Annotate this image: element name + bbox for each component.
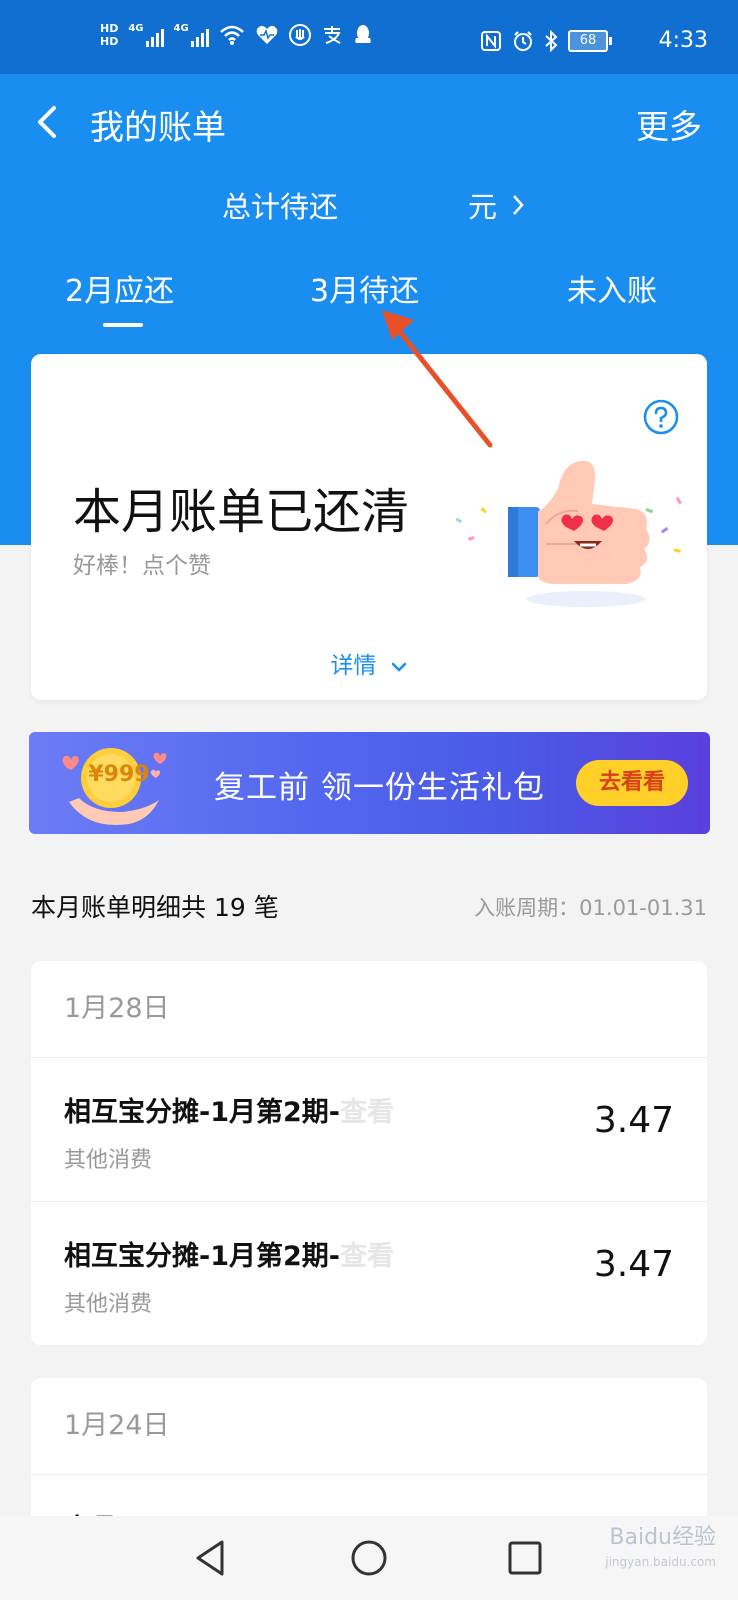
back-nav-icon[interactable] (190, 1536, 234, 1580)
transaction-amount: 3.47 (593, 1244, 674, 1285)
total-due-unit: 元 (468, 190, 498, 224)
watermark-url: jingyan.baidu.com (605, 1555, 716, 1569)
home-nav-icon[interactable] (347, 1536, 391, 1580)
tab-unbilled[interactable]: 未入账 (567, 266, 657, 310)
signal-icon: 4G (128, 23, 164, 47)
alipay-icon (323, 26, 341, 44)
transaction-category: 其他消费 (64, 1292, 153, 1317)
banner-button[interactable]: 去看看 (576, 760, 688, 806)
hd-indicator: HD HD (100, 22, 118, 48)
transaction-title: 相互宝分摊-1月第2期-查看 (64, 1090, 394, 1129)
bill-count: 本月账单明细共 19 笔 (31, 893, 279, 922)
transaction-row[interactable]: 相互宝分摊-1月第2期-查看 其他消费 3.47 (31, 1202, 707, 1345)
transaction-title-faded: 查看 (340, 1241, 394, 1272)
hd-label: HD (100, 35, 119, 48)
system-nav-bar: Baidu经验 jingyan.baidu.com (0, 1516, 738, 1600)
more-button[interactable]: 更多 (636, 100, 702, 148)
status-bar: HD HD 4G 4G 68 4:33 (0, 0, 738, 74)
total-due-label: 总计待还 (222, 190, 339, 224)
total-due-row[interactable]: 总计待还 元 (0, 184, 738, 234)
list-header: 本月账单明细共 19 笔 入账周期：01.01-01.31 (31, 888, 707, 928)
transaction-amount: 3.47 (593, 1100, 674, 1141)
transaction-row[interactable]: 相互宝分摊-1月第2期-查看 其他消费 3.47 (31, 1058, 707, 1202)
battery-level: 68 (568, 30, 608, 52)
baidu-watermark: Baidu经验 jingyan.baidu.com (605, 1526, 716, 1574)
signal-icon: 4G (174, 23, 209, 47)
hd-label: HD (100, 22, 119, 35)
bill-tabs: 2月应还 3月待还 未入账 (0, 266, 738, 336)
billing-period: 入账周期：01.01-01.31 (474, 896, 707, 920)
page-title: 我的账单 (90, 108, 226, 148)
transaction-title-text: 相互宝分摊-1月第2期- (64, 1097, 340, 1128)
banner-text: 复工前 领一份生活礼包 (214, 770, 545, 806)
bill-status-subtitle: 好棒！点个赞 (73, 553, 211, 579)
nfc-icon (481, 31, 501, 51)
transaction-group: 1月28日 相互宝分摊-1月第2期-查看 其他消费 3.47 相互宝分摊-1月第… (31, 961, 707, 1345)
bill-status-card: 本月账单已还清 好棒！点个赞 详情 (31, 354, 707, 700)
transaction-category: 其他消费 (64, 1148, 153, 1173)
chevron-right-icon (513, 195, 524, 215)
hand-icon (288, 24, 311, 46)
network-label: 4G (128, 23, 144, 34)
tab-feb-due[interactable]: 2月应还 (65, 266, 174, 310)
chevron-down-icon (391, 662, 406, 672)
details-label: 详情 (330, 653, 377, 679)
details-link[interactable]: 详情 (31, 646, 707, 680)
recents-nav-icon[interactable] (503, 1536, 547, 1580)
transaction-title-faded: 查看 (340, 1097, 394, 1128)
annotation-arrow (382, 310, 493, 448)
help-icon[interactable] (643, 399, 679, 435)
watermark-brand: Baidu经验 (609, 1525, 716, 1550)
bluetooth-icon (545, 30, 558, 52)
battery-icon: 68 (568, 30, 612, 52)
network-label: 4G (173, 23, 189, 34)
back-icon[interactable] (30, 102, 70, 142)
nav-bar: 我的账单 更多 (0, 74, 738, 174)
clock: 4:33 (658, 28, 708, 53)
qq-icon (354, 25, 371, 43)
coin-label: ¥999 (88, 762, 150, 787)
active-tab-indicator (103, 323, 143, 327)
wifi-icon (219, 25, 244, 45)
bill-status-title: 本月账单已还清 (73, 484, 410, 540)
promo-banner[interactable]: ¥999 复工前 领一份生活礼包 去看看 (29, 732, 710, 834)
alarm-icon (514, 31, 532, 51)
transaction-title: 相互宝分摊-1月第2期-查看 (64, 1234, 394, 1273)
group-date: 1月24日 (31, 1378, 707, 1475)
thumbs-up-illustration (455, 460, 682, 607)
heart-icon (256, 25, 277, 44)
transaction-title-text: 相互宝分摊-1月第2期- (64, 1241, 340, 1272)
group-date: 1月28日 (31, 961, 707, 1058)
